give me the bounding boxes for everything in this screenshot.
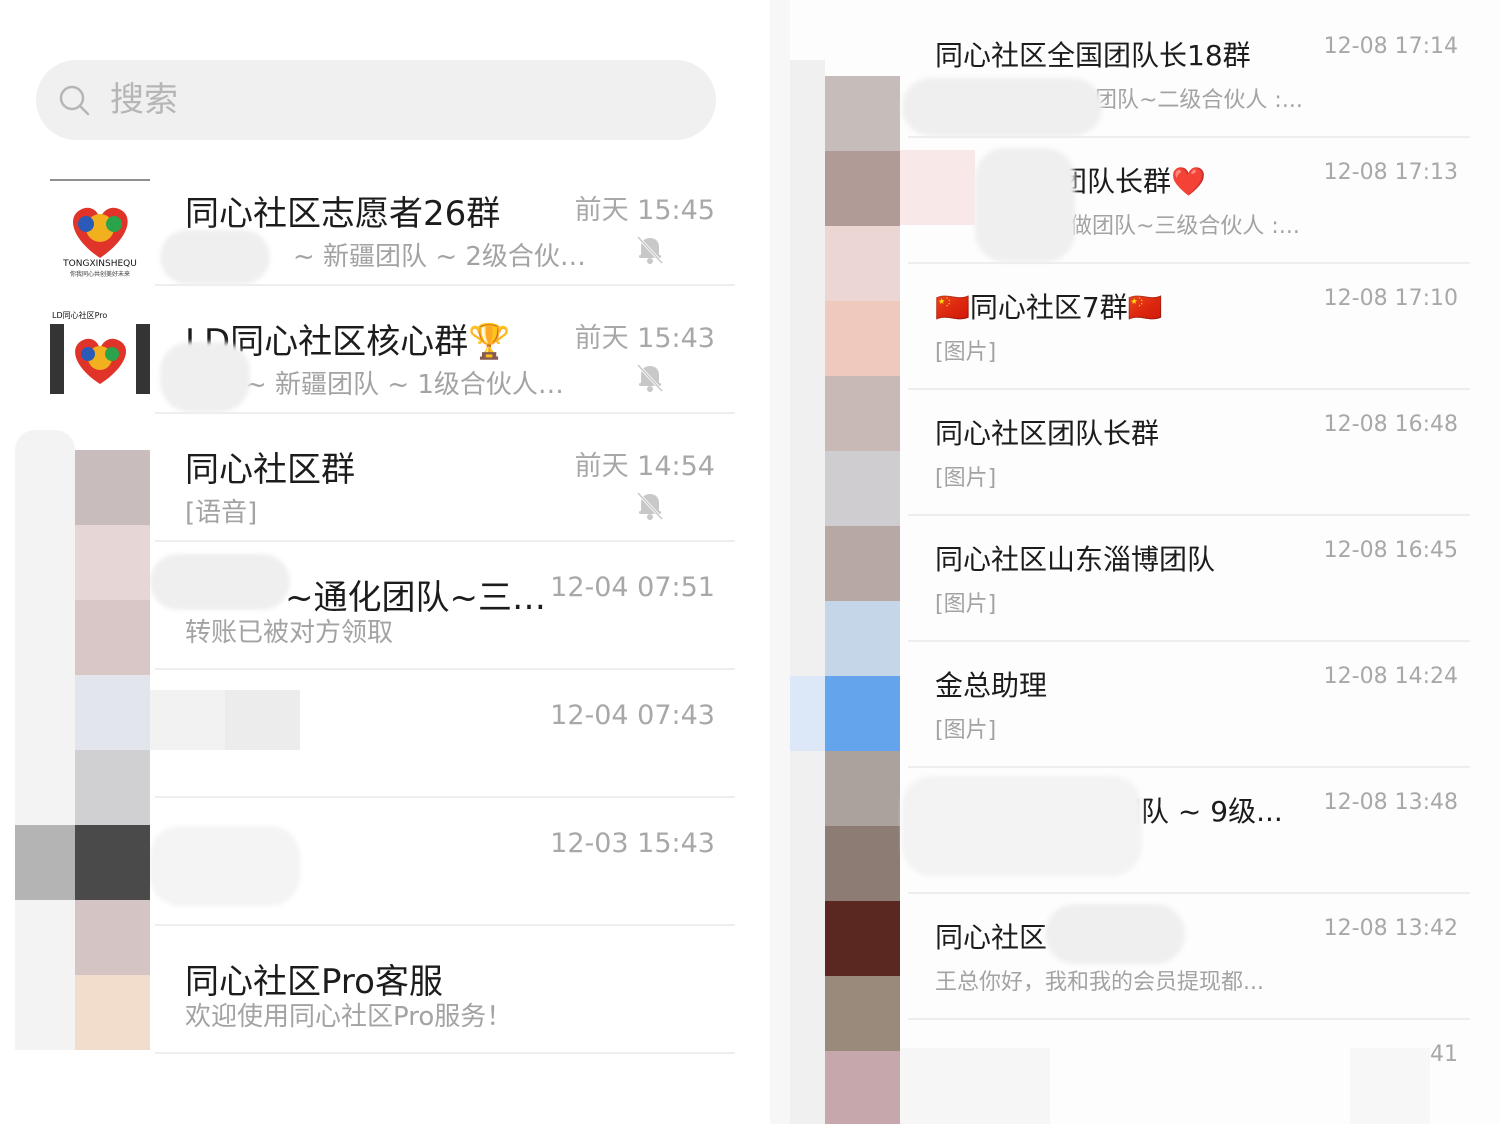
- chat-preview: [图片]: [935, 718, 997, 743]
- chat-row[interactable]: LD同心社区Pro LD同心社区核心群🏆 ~ 新疆团队 ~ 1级合伙人… 前天 …: [0, 286, 735, 414]
- chat-preview: [图片]: [935, 592, 997, 617]
- search-bar[interactable]: 搜索: [36, 60, 716, 140]
- chat-title: 同心社区团队长群: [935, 417, 1160, 450]
- chat-time: 12-08 16:48: [1323, 412, 1458, 437]
- chat-row[interactable]: 41: [790, 1018, 1470, 1146]
- redaction-blob: [902, 78, 1102, 136]
- chat-time: 12-08 13:48: [1323, 790, 1458, 815]
- chat-title: 同心社区山东淄博团队: [935, 543, 1216, 576]
- chat-time: 12-08 17:10: [1323, 286, 1458, 311]
- redaction-blob: [1045, 904, 1185, 964]
- chat-time: 12-03 15:43: [550, 828, 715, 859]
- redaction-blob: [150, 826, 300, 906]
- chat-title: 同心社区志愿者26群: [185, 194, 501, 234]
- redaction-blob: [975, 148, 1075, 262]
- redaction-block: [225, 690, 300, 750]
- chat-preview: [图片]: [935, 466, 997, 491]
- chat-row[interactable]: 做团队 ~ 9级... 12-08 13:48: [790, 766, 1470, 894]
- redaction-block: [900, 150, 975, 225]
- logo-brand-text: LD同心社区Pro: [52, 310, 107, 320]
- mute-bell-icon: [636, 363, 664, 393]
- chat-preview: 王总你好，我和我的会员提现都...: [935, 970, 1264, 995]
- chat-time: 12-08 17:14: [1323, 34, 1458, 59]
- redaction-blob: [150, 554, 290, 610]
- chat-preview: [语音]: [185, 498, 258, 528]
- chat-time: 前天 15:43: [574, 323, 715, 354]
- chat-row[interactable]: 同心社区山东淄博团队 [图片] 12-08 16:45: [790, 514, 1470, 642]
- chat-row[interactable]: 同心社区 王总你好，我和我的会员提现都... 12-08 13:42: [790, 892, 1470, 1020]
- redaction-blob: [160, 230, 270, 284]
- chat-preview: 欢迎使用同心社区Pro服务！: [185, 1002, 513, 1032]
- chat-time: 12-08 16:45: [1323, 538, 1458, 563]
- group-avatar-logo: TONGXINSHEQU 你我同心共创美好未来: [50, 178, 150, 278]
- chat-preview: 转账已被对方领取: [185, 618, 394, 648]
- redaction-block: [900, 1048, 1050, 1124]
- right-chat-list: 同心社区全国团队长18群 团队~二级合伙人 :... 12-08 17:14 做…: [790, 0, 1500, 1124]
- chat-title: 同心社区群: [185, 450, 355, 490]
- left-chat-list: 搜索 TONGXINSHEQU 你我同心共创美好未来 同心社区志愿者26群 ~ …: [0, 0, 770, 1124]
- chat-time: 41: [1430, 1042, 1458, 1067]
- chat-row[interactable]: 同心社区团队长群 [图片] 12-08 16:48: [790, 388, 1470, 516]
- chat-time: 12-08 13:42: [1323, 916, 1458, 941]
- chat-title: 金总助理: [935, 669, 1048, 702]
- chat-row[interactable]: TONGXINSHEQU 你我同心共创美好未来 同心社区志愿者26群 ~ 新疆团…: [0, 158, 735, 286]
- logo-tagline: 你我同心共创美好未来: [70, 270, 130, 278]
- panel-divider: [770, 0, 790, 1124]
- group-avatar-logo: LD同心社区Pro: [50, 306, 150, 406]
- chat-time: 12-08 14:24: [1323, 664, 1458, 689]
- chat-title: 同心社区: [935, 921, 1048, 954]
- chat-title: 🇨🇳同心社区7群🇨🇳: [935, 291, 1163, 324]
- redaction-block: [1350, 1048, 1430, 1124]
- chat-row[interactable]: 做团队长群❤️ 做团队~三级合伙人 :... 12-08 17:13: [790, 136, 1470, 264]
- chat-row[interactable]: 同心社区全国团队长18群 团队~二级合伙人 :... 12-08 17:14: [790, 10, 1470, 138]
- redaction-blob: [160, 342, 250, 412]
- search-placeholder: 搜索: [110, 80, 178, 120]
- row-separator: [155, 1052, 735, 1054]
- logo-brand-text: TONGXINSHEQU: [62, 259, 137, 269]
- chat-time: 12-08 17:13: [1323, 160, 1458, 185]
- chat-preview: [图片]: [935, 340, 997, 365]
- chat-time: 12-04 07:51: [550, 572, 715, 603]
- redaction-blob: [902, 776, 1142, 876]
- chat-title: 同心社区全国团队长18群: [935, 39, 1251, 72]
- chat-row[interactable]: 🇨🇳同心社区7群🇨🇳 [图片] 12-08 17:10: [790, 262, 1470, 390]
- search-icon: [59, 85, 90, 116]
- mute-bell-icon: [636, 491, 664, 521]
- chat-row[interactable]: 金总助理 [图片] 12-08 14:24: [790, 640, 1470, 768]
- chat-time: 前天 15:45: [574, 195, 715, 226]
- chat-time: 前天 14:54: [574, 451, 715, 482]
- chat-time: 12-04 07:43: [550, 700, 715, 731]
- mute-bell-icon: [636, 235, 664, 265]
